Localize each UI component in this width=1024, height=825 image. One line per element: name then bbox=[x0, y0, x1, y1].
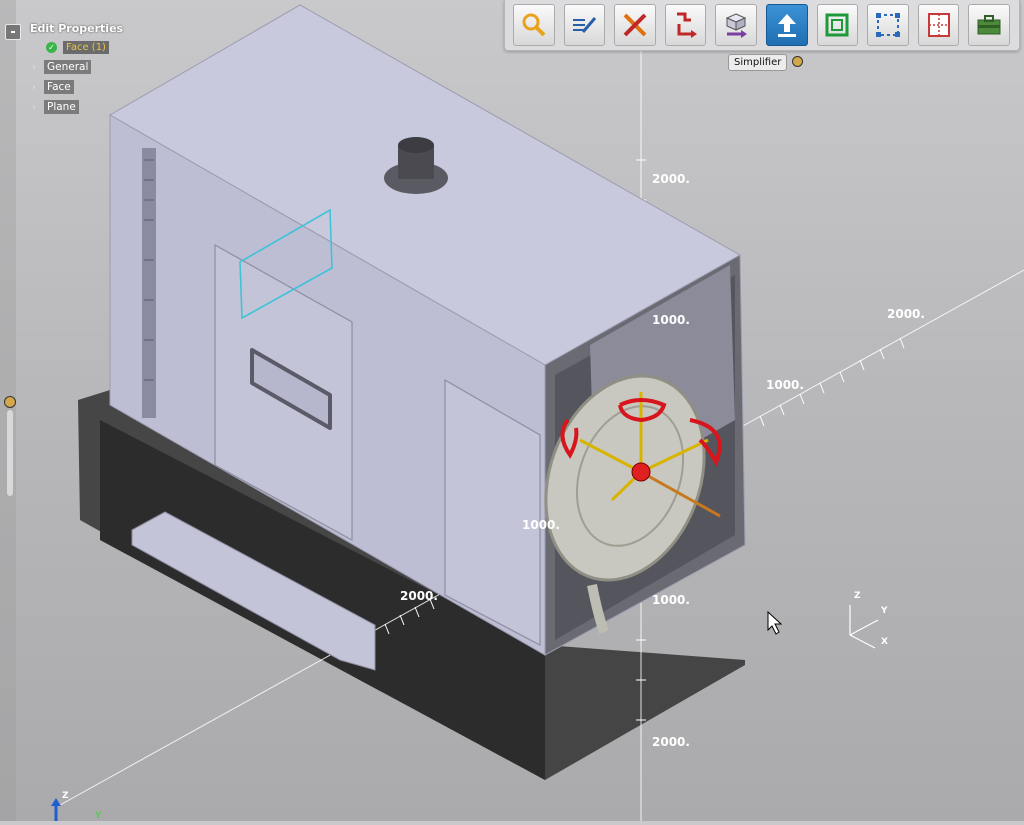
panel-scrollbar[interactable] bbox=[7, 410, 13, 496]
triad-x-label: X bbox=[881, 637, 888, 647]
stair-arrow-icon bbox=[676, 12, 697, 38]
midsurface-tool[interactable] bbox=[816, 4, 859, 46]
prepare-tool[interactable] bbox=[664, 4, 707, 46]
selection-row[interactable]: ✓ Face (1) bbox=[46, 41, 123, 54]
annotate-tool[interactable] bbox=[563, 4, 606, 46]
magnifier-icon bbox=[522, 13, 546, 37]
repair-tool[interactable] bbox=[614, 4, 656, 46]
dotted-box-icon bbox=[875, 13, 900, 37]
cube-arrow-icon bbox=[725, 13, 748, 38]
briefcase-icon bbox=[977, 15, 1001, 35]
check-icon: ✓ bbox=[46, 42, 57, 53]
side-vent bbox=[142, 148, 156, 418]
scale-label-v1000-bottom: 1000. bbox=[652, 593, 690, 607]
toolbox-tool[interactable] bbox=[968, 4, 1010, 46]
scale-label-d1000-left: 1000. bbox=[522, 518, 560, 532]
panel-collapse-button[interactable] bbox=[5, 24, 21, 40]
simplifier-tool[interactable] bbox=[765, 4, 808, 46]
main-toolbar bbox=[504, 0, 1020, 51]
share-tool[interactable] bbox=[917, 4, 960, 46]
corner-axis-indicator bbox=[51, 798, 61, 821]
3d-viewport[interactable]: 2000. 1000. 1000. 2000. 2000. 1000. 1000… bbox=[0, 0, 1024, 821]
green-square-icon bbox=[825, 13, 849, 37]
triad-y-label: Y bbox=[880, 606, 888, 616]
tree-item-plane[interactable]: › Plane bbox=[32, 100, 123, 114]
tree-item-general[interactable]: › General bbox=[32, 60, 123, 74]
chevron-right-icon: › bbox=[32, 101, 36, 113]
scale-label-d2000-left: 2000. bbox=[400, 589, 438, 603]
chevron-right-icon: › bbox=[32, 61, 36, 73]
upload-arrow-icon bbox=[777, 14, 796, 37]
gizmo-center bbox=[631, 462, 651, 482]
pen-lines-icon bbox=[573, 17, 597, 33]
edit-properties-panel: Edit Properties ✓ Face (1) › General › F… bbox=[30, 22, 123, 120]
scale-label-v1000-top: 1000. bbox=[652, 313, 690, 327]
orientation-triad bbox=[849, 605, 879, 649]
move-tool[interactable] bbox=[715, 4, 757, 46]
panel-title: Edit Properties bbox=[30, 22, 124, 35]
mouse-cursor bbox=[767, 610, 783, 635]
pin-icon[interactable] bbox=[4, 396, 16, 408]
scene-canvas[interactable]: 2000. 1000. 1000. 2000. 2000. 1000. 1000… bbox=[0, 0, 1024, 821]
wrench-screwdriver-icon bbox=[623, 13, 647, 37]
scale-label-v2000-top: 2000. bbox=[652, 172, 690, 186]
inspect-tool[interactable] bbox=[513, 4, 555, 46]
tree-item-face[interactable]: › Face bbox=[32, 80, 123, 94]
extract-tool[interactable] bbox=[867, 4, 909, 46]
scale-label-d1000-right: 1000. bbox=[766, 378, 804, 392]
scale-label-v2000-bottom: 2000. bbox=[652, 735, 690, 749]
triad-z-label: Z bbox=[854, 591, 861, 601]
corner-axis-y-label: Y bbox=[94, 811, 102, 821]
grid-sheet-icon bbox=[927, 13, 950, 37]
pin-icon[interactable] bbox=[792, 56, 803, 67]
selection-label: Face (1) bbox=[63, 41, 109, 54]
scale-label-d2000-right: 2000. bbox=[887, 307, 925, 321]
toolbar-tooltip: Simplifier bbox=[728, 54, 788, 71]
chevron-right-icon: › bbox=[32, 81, 36, 93]
corner-axis-z-label: Z bbox=[62, 791, 69, 801]
